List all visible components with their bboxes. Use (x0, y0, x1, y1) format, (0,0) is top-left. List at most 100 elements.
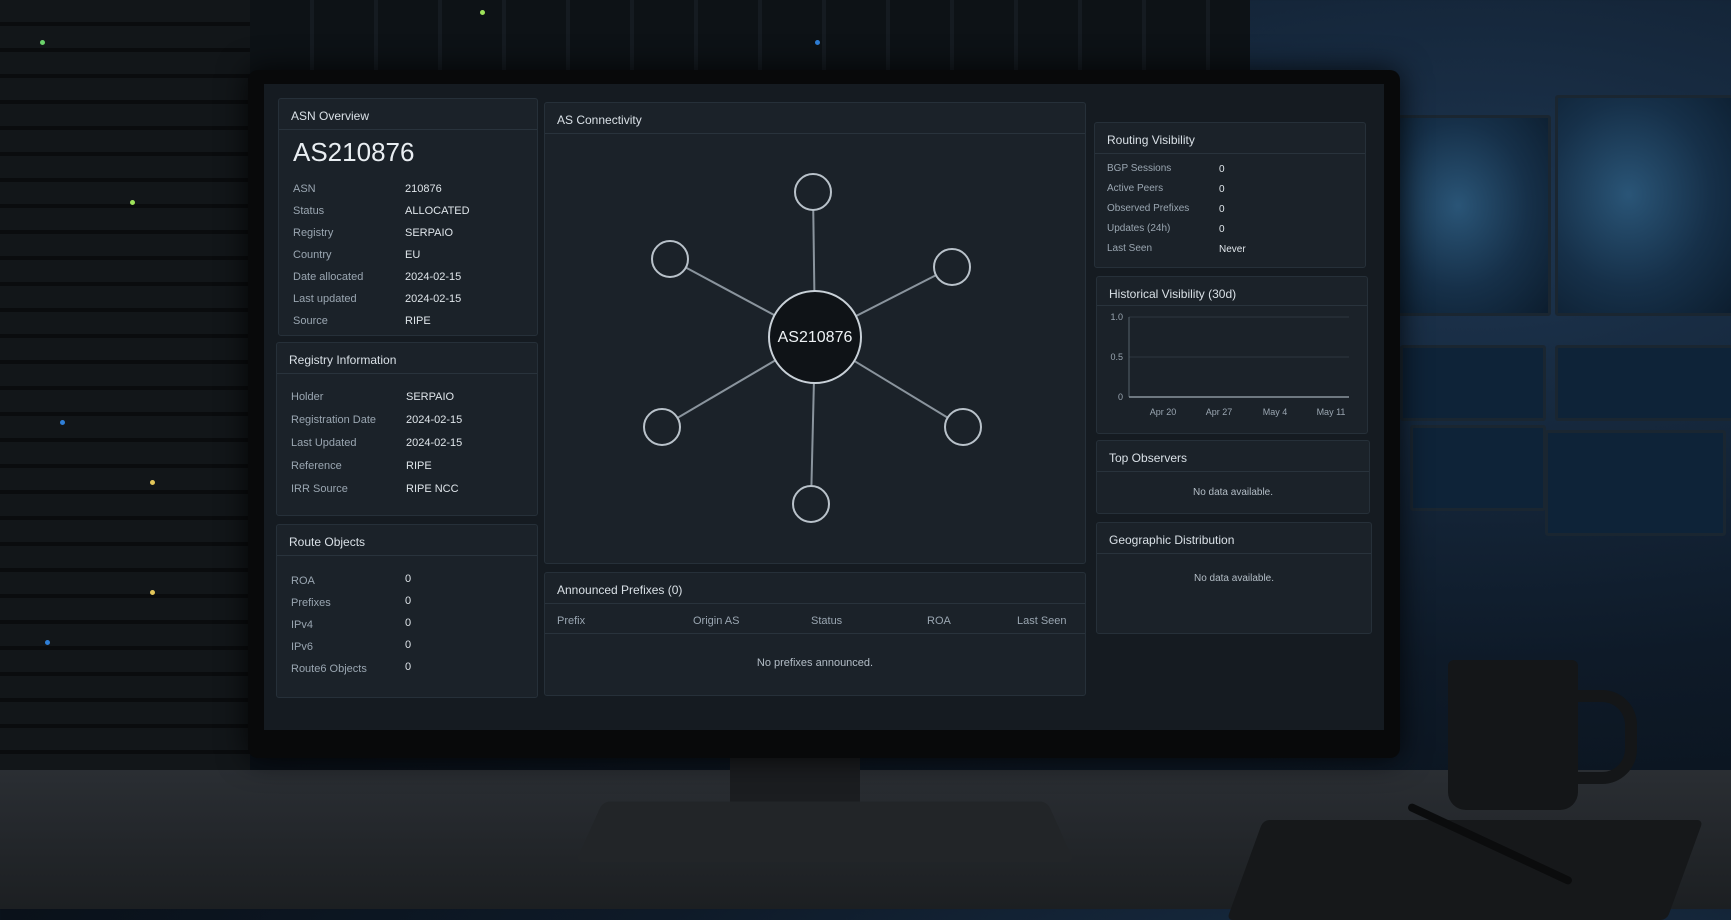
panel-title: Historical Visibility (30d) (1109, 287, 1237, 301)
field-value: 0 (1219, 204, 1225, 215)
historical-visibility-chart: 1.0 0.5 0 Apr 20 Apr 27 May 4 May 11 (1110, 312, 1349, 417)
server-led (150, 480, 155, 485)
x-tick-label: May 11 (1317, 407, 1346, 417)
field-value: EU (405, 249, 421, 261)
server-rack-background-top (250, 0, 1250, 80)
background-dashboard-screen (1555, 345, 1731, 421)
divider (277, 555, 537, 556)
routing-visibility-panel: Routing Visibility BGP Sessions 0 Active… (1094, 122, 1366, 268)
coffee-mug-handle (1570, 690, 1637, 784)
divider (1097, 305, 1367, 306)
divider (545, 133, 1085, 134)
panel-title: AS Connectivity (557, 113, 642, 127)
dashboard-screen: ASN Overview AS210876 ASN 210876 Status … (264, 84, 1384, 730)
field-value: 0 (1219, 164, 1225, 175)
column-header-origin-as[interactable]: Origin AS (693, 615, 739, 627)
field-label: IPv4 (291, 619, 314, 631)
field-value: 0 (405, 617, 412, 629)
field-label: BGP Sessions (1107, 163, 1172, 174)
field-value: 0 (405, 573, 412, 585)
server-led (60, 420, 65, 425)
x-tick-label: Apr 20 (1150, 407, 1177, 417)
peer-node[interactable] (933, 248, 971, 286)
peer-node[interactable] (643, 408, 681, 446)
geographic-distribution-panel: Geographic Distribution No data availabl… (1096, 522, 1372, 634)
server-led (480, 10, 485, 15)
announced-prefixes-panel: Announced Prefixes (0) Prefix Origin AS … (544, 572, 1086, 696)
panel-title: Route Objects (289, 535, 366, 549)
field-label: Reference (291, 460, 342, 472)
registry-information-panel: Registry Information Holder SERPAIO Regi… (276, 342, 538, 516)
field-label: IPv6 (291, 641, 314, 653)
top-observers-panel: Top Observers No data available. (1096, 440, 1370, 514)
server-led (40, 40, 45, 45)
monitor-stand-base (575, 801, 1075, 863)
field-value: 2024-02-15 (405, 271, 462, 283)
background-dashboard-screen (1545, 430, 1726, 536)
column-header-prefix[interactable]: Prefix (557, 615, 585, 627)
route-objects-panel: Route Objects ROA 0 Prefixes 0 IPv4 0 IP… (276, 524, 538, 698)
panel-title: ASN Overview (291, 109, 370, 123)
field-value: SERPAIO (405, 227, 454, 239)
asn-heading: AS210876 (293, 137, 415, 167)
peer-node[interactable] (794, 173, 832, 211)
field-label: Holder (291, 391, 324, 403)
empty-state-text: No data available. (1192, 487, 1274, 498)
background-map-screen (1555, 95, 1731, 316)
field-value: SERPAIO (406, 391, 455, 403)
panel-title: Routing Visibility (1107, 133, 1195, 147)
field-value: RIPE (405, 315, 431, 327)
field-label: Updates (24h) (1107, 223, 1171, 234)
field-value: RIPE (406, 460, 432, 472)
field-value: 0 (405, 595, 412, 607)
field-label: Last Updated (291, 437, 357, 449)
connectivity-graph: AS210876 (643, 173, 982, 523)
field-label: ROA (291, 575, 315, 587)
field-label: Observed Prefixes (1107, 203, 1190, 214)
divider (279, 129, 537, 130)
field-value: Never (1219, 244, 1246, 255)
panel-title: Top Observers (1109, 451, 1188, 465)
peer-node[interactable] (944, 408, 982, 446)
field-value: 0 (1219, 224, 1225, 235)
historical-visibility-panel: Historical Visibility (30d) 1.0 0.5 0 Apr 2… (1096, 276, 1368, 434)
field-label: ASN (293, 183, 316, 195)
divider (1097, 471, 1369, 472)
field-label: Date allocated (293, 271, 364, 283)
central-as-label: AS210876 (778, 329, 853, 346)
field-label: Status (293, 205, 325, 217)
x-tick-label: May 4 (1263, 407, 1288, 417)
background-map-screen (1395, 115, 1551, 316)
field-label: Last Seen (1107, 243, 1153, 254)
peer-node[interactable] (792, 485, 830, 523)
y-tick-label: 0.5 (1110, 352, 1123, 362)
peer-node[interactable] (651, 240, 689, 278)
field-value: 2024-02-15 (406, 437, 463, 449)
field-label: Country (293, 249, 332, 261)
divider (545, 603, 1085, 604)
column-header-status[interactable]: Status (811, 615, 842, 627)
field-label: Source (293, 315, 328, 327)
field-label: Route6 Objects (291, 663, 367, 675)
empty-state-text: No prefixes announced. (756, 657, 874, 669)
field-label: Last updated (293, 293, 357, 305)
panel-title: Geographic Distribution (1109, 533, 1235, 547)
x-tick-label: Apr 27 (1206, 407, 1233, 417)
server-led (130, 200, 135, 205)
field-label: IRR Source (291, 483, 348, 495)
empty-state-text: No data available. (1193, 573, 1275, 584)
field-value: 0 (405, 639, 412, 651)
field-value: RIPE NCC (406, 483, 459, 495)
column-header-last-seen[interactable]: Last Seen (1017, 615, 1067, 627)
asn-overview-panel: ASN Overview AS210876 ASN 210876 Status … (278, 98, 538, 336)
server-led (150, 590, 155, 595)
panel-title: Registry Information (289, 353, 397, 367)
divider (545, 633, 1085, 634)
y-tick-label: 0 (1118, 392, 1123, 402)
divider (277, 373, 537, 374)
column-header-roa[interactable]: ROA (927, 615, 951, 627)
field-label: Registry (293, 227, 334, 239)
field-label: Registration Date (291, 414, 376, 426)
status-value: ALLOCATED (405, 205, 470, 217)
field-value: 0 (1219, 184, 1225, 195)
